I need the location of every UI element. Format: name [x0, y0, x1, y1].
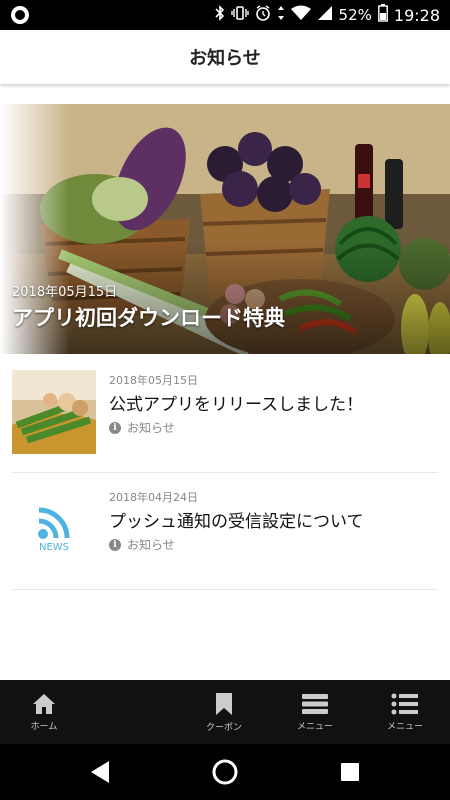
status-icons: 52% 19:28 [214, 0, 440, 30]
hero-carousel[interactable]: 2018年05月15日 アプリ初回ダウンロード特典 [0, 84, 450, 356]
recents-square-icon [341, 763, 359, 781]
tab-label: クーポン [205, 722, 242, 733]
home-icon [33, 693, 55, 714]
back-button[interactable] [70, 744, 130, 800]
clock: 19:28 [393, 5, 440, 25]
battery-icon [377, 4, 388, 26]
app-bar: お知らせ [0, 30, 450, 84]
page-title: お知らせ [189, 48, 261, 69]
food-photo-image [12, 370, 96, 454]
news-date: 2018年04月24日 [109, 491, 198, 504]
info-icon: i [109, 421, 121, 434]
status-bar: 52% 19:28 [0, 0, 450, 30]
tab-label: メニュー [296, 721, 333, 732]
tab-home[interactable]: ホーム [9, 680, 79, 744]
news-meta: 2018年04月24日 プッシュ通知の受信設定について i お知らせ [109, 489, 438, 553]
news-meta: 2018年05月15日 公式アプリをリリースしました！ i お知らせ [109, 372, 438, 436]
hero-date: 2018年05月15日 [12, 285, 118, 300]
news-category: i お知らせ [109, 536, 438, 553]
news-category: i お知らせ [109, 419, 438, 436]
tab-coupon[interactable]: クーポン [189, 680, 259, 744]
list-icon [391, 693, 418, 714]
recents-button[interactable] [320, 744, 380, 800]
news-title: プッシュ通知の受信設定について [109, 512, 364, 532]
signal-icon [317, 5, 333, 25]
list-item[interactable]: NEWS 2018年04月24日 プッシュ通知の受信設定について i お知らせ [12, 473, 438, 590]
bottom-tab-bar: ホーム クーポン メニュー メニュー [0, 680, 450, 744]
news-title: 公式アプリをリリースしました！ [109, 395, 364, 415]
news-thumbnail: NEWS [12, 487, 96, 571]
bluetooth-icon [214, 5, 225, 25]
info-icon: i [109, 538, 121, 551]
tab-menu[interactable]: メニュー [280, 680, 350, 744]
news-category-label: お知らせ [127, 421, 175, 435]
system-nav-bar [0, 744, 450, 800]
news-date: 2018年05月15日 [109, 374, 198, 387]
tab-label: メニュー [386, 721, 423, 732]
notification-icon [11, 6, 29, 24]
back-triangle-icon [91, 761, 109, 783]
home-button[interactable] [195, 744, 255, 800]
news-thumb-label: NEWS [38, 541, 70, 553]
battery-percent: 52% [338, 6, 372, 24]
hero-banner[interactable]: 2018年05月15日 アプリ初回ダウンロード特典 [0, 104, 450, 354]
news-list: 2018年05月15日 公式アプリをリリースしました！ i お知らせ NEWS … [12, 356, 438, 590]
news-thumbnail [12, 370, 96, 454]
alarm-icon [255, 5, 271, 25]
tab-label: ホーム [30, 721, 58, 732]
vibrate-icon [230, 5, 249, 25]
list-item[interactable]: 2018年05月15日 公式アプリをリリースしました！ i お知らせ [12, 356, 438, 473]
tab-menu-list[interactable]: メニュー [370, 680, 440, 744]
rss-icon [38, 507, 70, 539]
hero-caption: 2018年05月15日 アプリ初回ダウンロード特典 [12, 281, 285, 332]
home-circle-icon [212, 759, 238, 785]
data-arrows-icon [277, 5, 285, 25]
bookmark-icon [216, 692, 232, 715]
menu-card-icon [302, 693, 328, 714]
news-category-label: お知らせ [127, 538, 175, 552]
hero-headline: アプリ初回ダウンロード特典 [12, 306, 285, 330]
wifi-icon [290, 5, 311, 25]
